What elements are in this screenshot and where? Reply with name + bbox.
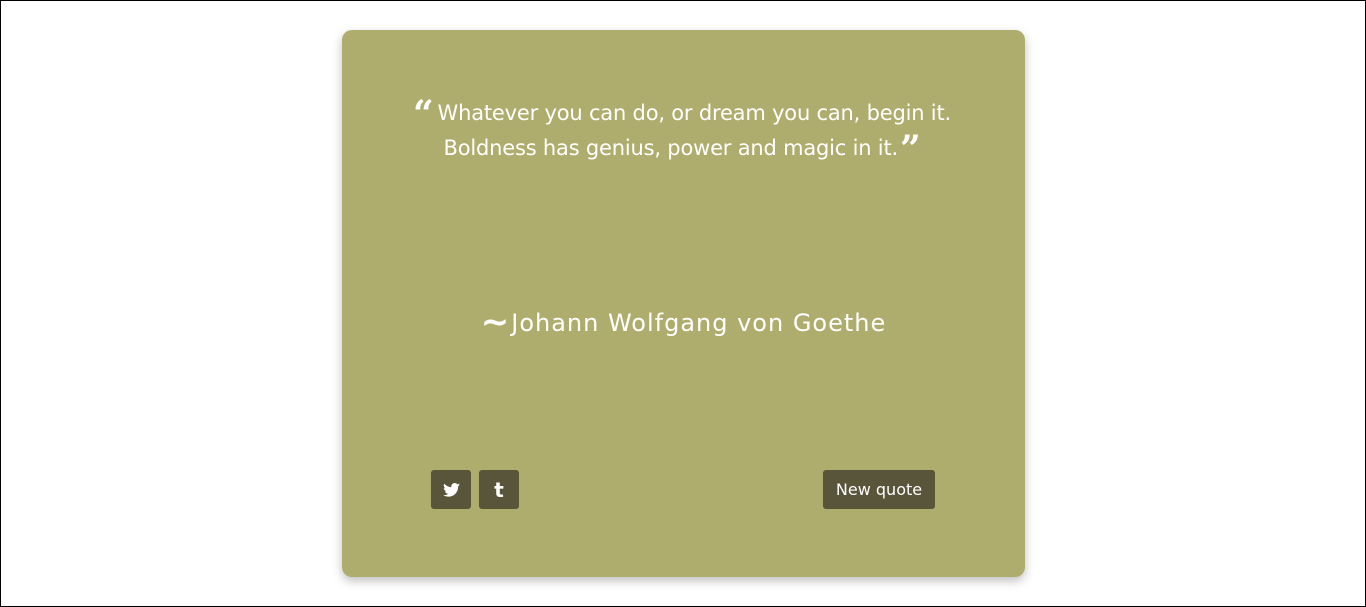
tweet-button[interactable] [431, 470, 471, 509]
close-quote-icon: ” [899, 128, 921, 170]
tumblr-icon: t [494, 477, 504, 502]
quote-body: Whatever you can do, or dream you can, b… [437, 101, 952, 160]
author-tilde: ~ [480, 302, 510, 342]
open-quote-icon: “ [413, 93, 434, 135]
author-name: Johann Wolfgang von Goethe [511, 309, 887, 337]
tumblr-button[interactable]: t [479, 470, 519, 509]
new-quote-button[interactable]: New quote [823, 470, 935, 509]
quote-card: “Whatever you can do, or dream you can, … [342, 30, 1025, 577]
twitter-icon [442, 482, 460, 497]
quote-author: ~Johann Wolfgang von Goethe [342, 302, 1025, 342]
quote-text: “Whatever you can do, or dream you can, … [412, 93, 952, 167]
